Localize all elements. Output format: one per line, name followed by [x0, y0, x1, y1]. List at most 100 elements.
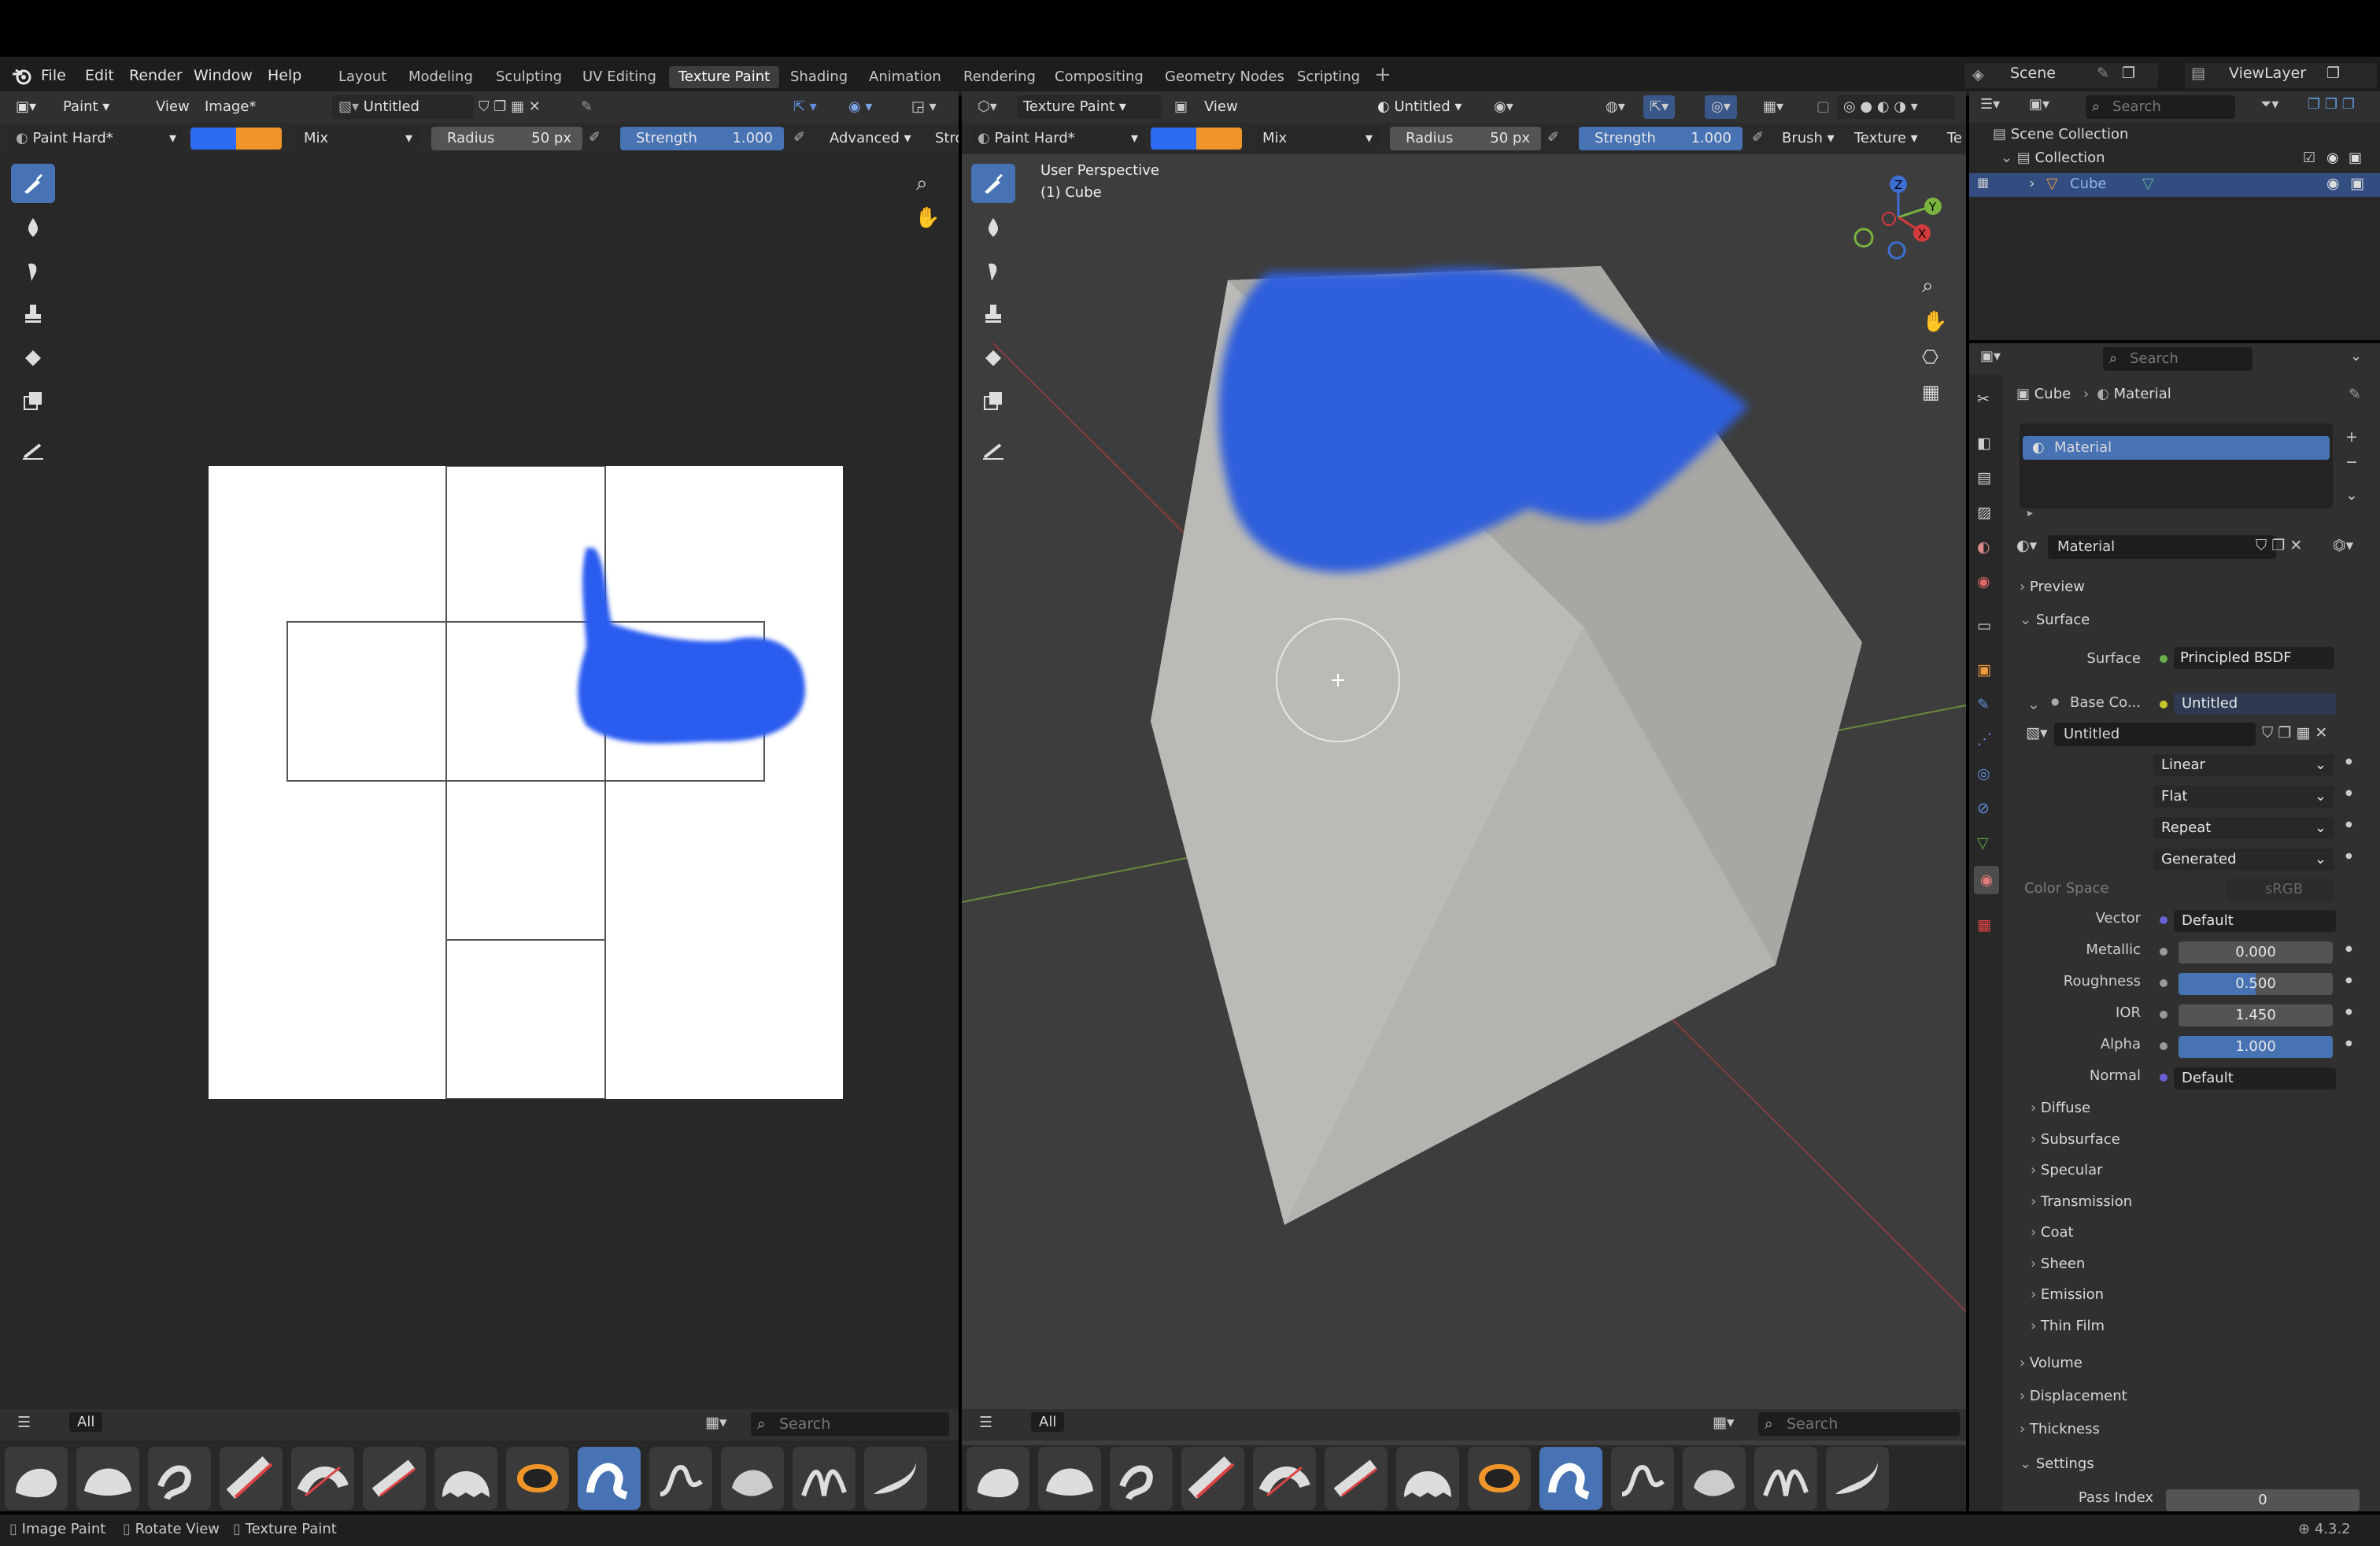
brush-asset-thumbnail[interactable]	[1539, 1447, 1602, 1510]
ior-field[interactable]: 1.450	[2179, 1004, 2333, 1026]
menu-help[interactable]: Help	[268, 65, 301, 87]
primary-color-swatch[interactable]	[190, 128, 236, 150]
volume-panel[interactable]: › Volume	[2020, 1349, 2366, 1378]
camera-toggle-icon[interactable]: ▣	[2349, 150, 2362, 166]
brush-asset-thumbnail[interactable]	[291, 1447, 354, 1510]
metallic-field[interactable]: 0.000	[2179, 941, 2333, 963]
menu-edit[interactable]: Edit	[85, 65, 114, 87]
mode-dropdown[interactable]: Paint ▾	[57, 95, 143, 119]
outliner-scene-collection[interactable]: ▤ Scene Collection	[1993, 126, 2128, 142]
smear-icon[interactable]	[11, 252, 55, 291]
gizmo-toggle-icon[interactable]: ⇱▾	[1643, 95, 1676, 119]
pressure-icon[interactable]: ✐	[1547, 129, 1559, 146]
new-collection-icon[interactable]: ❐ ❐ ❐	[2308, 96, 2355, 113]
subpanel-diffuse[interactable]: › Diffuse	[2031, 1094, 2377, 1123]
subpanel-sheen[interactable]: › Sheen	[2031, 1250, 2377, 1278]
texture-menu[interactable]: Texture ▾	[1848, 127, 1924, 150]
view-layer-selector[interactable]: ▤ ViewLayer ❐	[2185, 63, 2377, 88]
wrench-icon[interactable]: ✎	[1977, 696, 1996, 715]
wireframe-icon[interactable]: ▢	[1810, 95, 1836, 119]
brush-asset-thumbnail[interactable]	[1826, 1447, 1889, 1510]
tab-uv-editing[interactable]: UV Editing	[573, 66, 666, 88]
clone-icon[interactable]	[971, 294, 1015, 334]
image-canvas[interactable]	[209, 466, 843, 1099]
brush-search-input[interactable]: ⌕ Search	[751, 1412, 949, 1436]
filter-icon[interactable]: ⏷▾	[2260, 96, 2278, 113]
scene-tab-icon[interactable]: ◐	[1977, 538, 1996, 557]
blend-mode-dropdown[interactable]: Mix ▾	[298, 127, 419, 150]
soften-icon[interactable]	[11, 208, 55, 247]
brush-asset-thumbnail[interactable]	[721, 1447, 784, 1510]
tab-scripting[interactable]: Scripting	[1288, 66, 1369, 88]
roughness-field[interactable]: 0.500	[2179, 973, 2333, 995]
brush-asset-thumbnail[interactable]	[1253, 1447, 1316, 1510]
properties-search-input[interactable]: ⌕ Search	[2103, 347, 2252, 371]
display-channels-icon[interactable]: ◲ ▾	[905, 95, 943, 119]
brush-asset-thumbnail[interactable]	[1038, 1447, 1101, 1510]
menu-window[interactable]: Window	[194, 65, 253, 87]
brush-asset-thumbnail[interactable]	[148, 1447, 211, 1510]
navigation-gizmo[interactable]: Z Y X	[1843, 170, 1953, 272]
surface-shader-field[interactable]: Principled BSDF	[2174, 647, 2334, 669]
new-scene-icon[interactable]: ❐	[2122, 65, 2135, 82]
alpha-field[interactable]: 1.000	[2179, 1036, 2333, 1058]
mode-dropdown[interactable]: Texture Paint ▾	[1017, 95, 1162, 119]
mesh-data-icon[interactable]: ▽	[2142, 175, 2154, 192]
new-view-layer-icon[interactable]: ❐	[2326, 65, 2340, 82]
subpanel-specular[interactable]: › Specular	[2031, 1156, 2377, 1185]
expand-icon[interactable]: ›	[2029, 175, 2035, 192]
object-tab-icon[interactable]: ▣	[1977, 661, 1996, 680]
tab-layout[interactable]: Layout	[329, 66, 396, 88]
material-shading-selector[interactable]: ◐ Untitled ▾	[1371, 95, 1481, 119]
add-slot-icon[interactable]: +	[2345, 428, 2358, 446]
data-tab-icon[interactable]: ▽	[1977, 834, 1996, 853]
preview-panel[interactable]: › Preview	[2020, 573, 2366, 601]
mode-icon[interactable]: ▦	[1977, 175, 1989, 190]
strength-field[interactable]: Strength 1.000	[620, 127, 784, 150]
pin-icon[interactable]: ✎	[2349, 386, 2361, 403]
particles-tab-icon[interactable]: ⋰	[1977, 730, 1996, 749]
outliner-search-input[interactable]: ⌕ Search	[2086, 95, 2235, 119]
menu-icon[interactable]: ☰	[17, 1414, 31, 1431]
secondary-color-swatch[interactable]	[236, 128, 282, 150]
zoom-icon[interactable]: ⌕	[916, 172, 928, 196]
image-datablock[interactable]: ▧▾ Untitled ⛉ ❐ ▦ ✕	[2026, 723, 2360, 746]
scene-selector[interactable]: ◈ Scene ✎ ❐	[1964, 63, 2158, 88]
image-actions[interactable]: ⛉ ❐ ▦ ✕	[472, 95, 567, 119]
tab-texture-paint[interactable]: Texture Paint	[669, 66, 780, 88]
brush-asset-thumbnail[interactable]	[966, 1447, 1029, 1510]
menu-icon[interactable]: ☰	[979, 1414, 992, 1431]
collection-tab-icon[interactable]: ▭	[1977, 617, 1996, 636]
brush-asset-thumbnail[interactable]	[1754, 1447, 1817, 1510]
add-workspace-icon[interactable]: +	[1374, 63, 1391, 87]
menu-render[interactable]: Render	[129, 65, 183, 87]
base-color-field[interactable]: Untitled	[2174, 693, 2336, 715]
subpanel-emission[interactable]: › Emission	[2031, 1281, 2377, 1309]
brush-asset-thumbnail[interactable]	[434, 1447, 497, 1510]
brush-asset-thumbnail[interactable]	[506, 1447, 569, 1510]
image-menu[interactable]: Image*	[198, 95, 262, 119]
material-slot-item[interactable]: ◐ Material	[2023, 436, 2330, 460]
displacement-panel[interactable]: › Displacement	[2020, 1382, 2366, 1411]
tab-geometry-nodes[interactable]: Geometry Nodes	[1155, 66, 1294, 88]
paint-brush-icon[interactable]	[11, 164, 55, 203]
brush-asset-thumbnail[interactable]	[1325, 1447, 1388, 1510]
tab-rendering[interactable]: Rendering	[954, 66, 1045, 88]
xray-icon[interactable]: ▦▾	[1757, 95, 1790, 119]
tab-modeling[interactable]: Modeling	[399, 66, 482, 88]
texture-tab-icon[interactable]: ▦	[1977, 916, 1996, 935]
camera-toggle-icon[interactable]: ▣	[2350, 175, 2364, 192]
image-selector[interactable]: ▧▾ Untitled	[332, 95, 474, 119]
outliner-cube-row[interactable]: ▦ › ▽ Cube ▽ ◉ ▣	[1969, 173, 2380, 197]
subpanel-transmission[interactable]: › Transmission	[2031, 1188, 2377, 1216]
view-menu[interactable]: View	[1198, 95, 1244, 119]
fill-icon[interactable]	[11, 338, 55, 378]
settings-panel[interactable]: ⌄ Settings	[2020, 1450, 2366, 1478]
subpanel-coat[interactable]: › Coat	[2031, 1219, 2377, 1247]
paint-brush-icon[interactable]	[971, 164, 1015, 203]
advanced-menu[interactable]: Advanced ▾	[823, 127, 918, 150]
mask-icon[interactable]	[11, 381, 55, 420]
source-dropdown[interactable]: Generated ⌄	[2153, 849, 2334, 871]
chevron-down-icon[interactable]: ⌄	[2350, 348, 2362, 364]
brush-asset-thumbnail[interactable]	[363, 1447, 426, 1510]
